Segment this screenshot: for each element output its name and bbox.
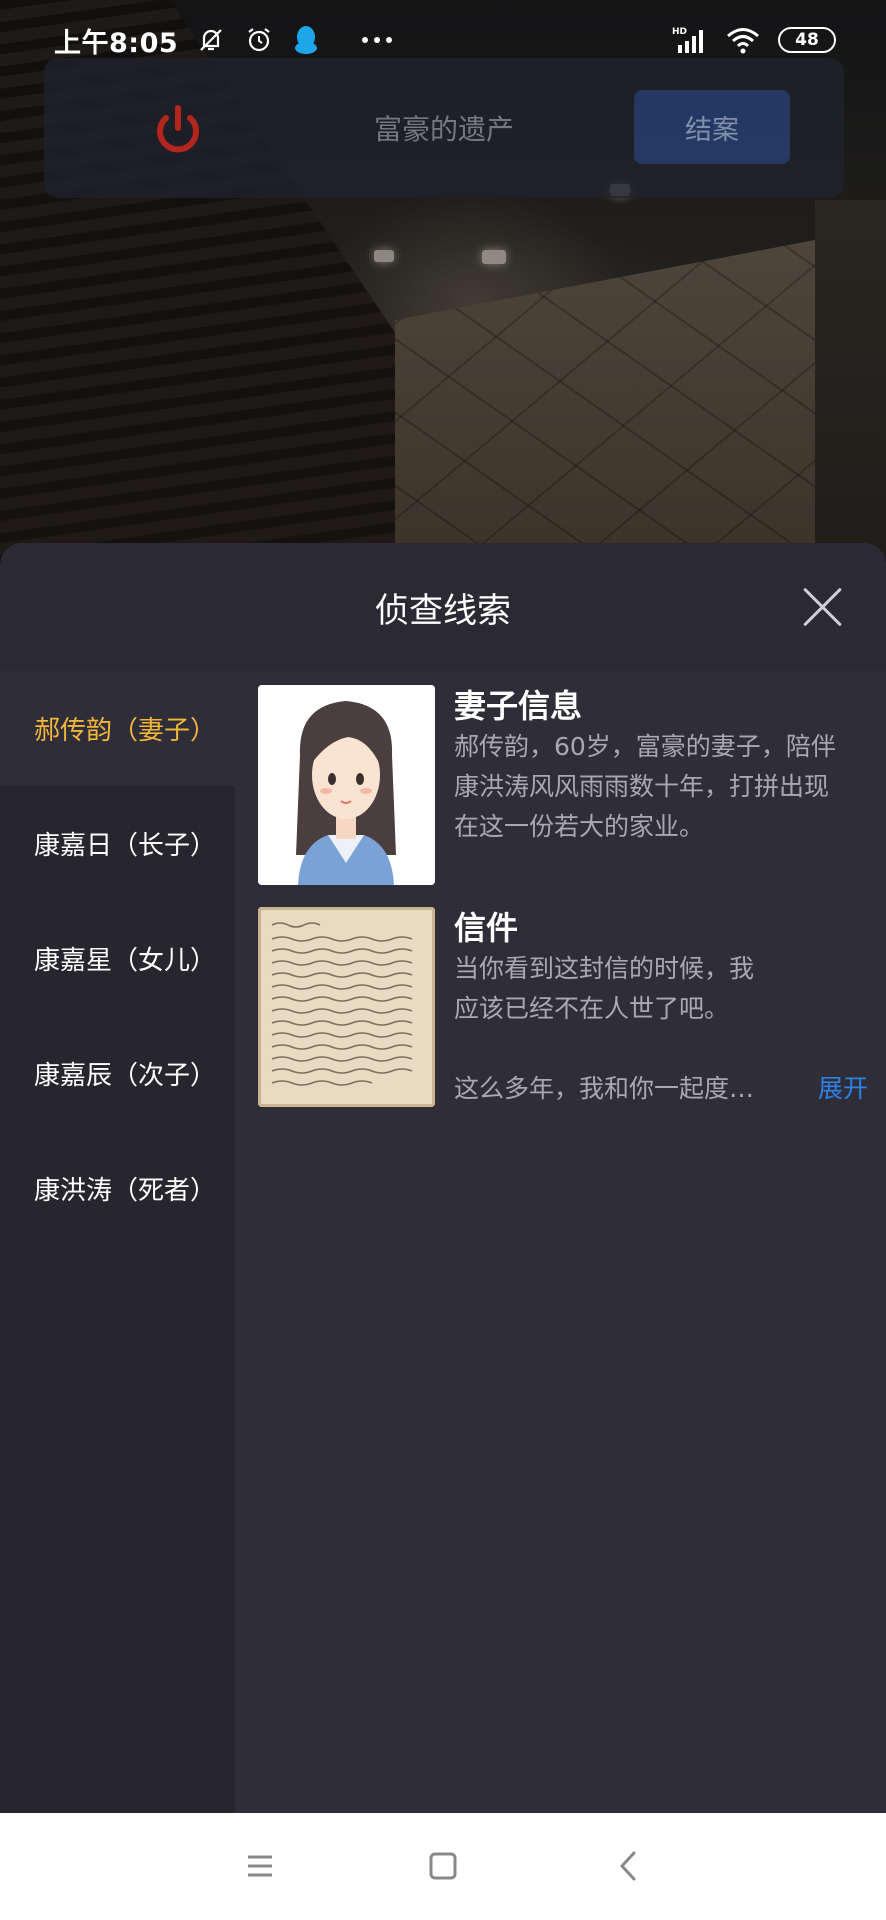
clue-description: 郝传韵，60岁，富豪的妻子，陪伴 康洪涛风风雨雨数十年，打拼出现 在这一份若大的…: [454, 727, 868, 847]
bell-off-icon: [196, 25, 226, 55]
sidebar-item-wife[interactable]: 郝传韵（妻子）: [0, 671, 235, 786]
alarm-icon: [244, 25, 274, 55]
expand-link[interactable]: 展开: [818, 1069, 868, 1109]
clue-line: 应该已经不在人世了吧。: [454, 994, 730, 1023]
clue-list: 妻子信息 郝传韵，60岁，富豪的妻子，陪伴 康洪涛风风雨雨数十年，打拼出现 在这…: [235, 671, 886, 1813]
clue-title: 信件: [454, 909, 519, 947]
clue-line: 康洪涛风风雨雨数十年，打拼出现: [454, 772, 830, 801]
clue-description: 当你看到这封信的时候，我 应该已经不在人世了吧。 这么多年，我和你一起度… 展开: [454, 949, 868, 1109]
status-bar: 上午8:05 HD 48: [0, 0, 886, 80]
clue-line: 当你看到这封信的时候，我: [454, 954, 755, 983]
battery-indicator: 48: [778, 27, 836, 53]
clue-line: 郝传韵，60岁，富豪的妻子，陪伴: [454, 732, 836, 761]
panel-body: 郝传韵（妻子） 康嘉日（长子） 康嘉星（女儿） 康嘉辰（次子） 康洪涛（死者）: [0, 671, 886, 1813]
handwritten-letter-image: [258, 907, 435, 1107]
qq-penguin-icon: [292, 24, 320, 56]
menu-icon[interactable]: [236, 1843, 282, 1889]
sidebar-item-second-son[interactable]: 康嘉辰（次子）: [0, 1016, 235, 1131]
clue-text: 妻子信息 郝传韵，60岁，富豪的妻子，陪伴 康洪涛风风雨雨数十年，打拼出现 在这…: [435, 685, 868, 885]
panel-header: 侦查线索: [0, 543, 886, 671]
home-icon[interactable]: [420, 1843, 466, 1889]
sidebar-item-deceased[interactable]: 康洪涛（死者）: [0, 1131, 235, 1246]
sidebar-item-daughter[interactable]: 康嘉星（女儿）: [0, 901, 235, 1016]
clue-card[interactable]: 信件 当你看到这封信的时候，我 应该已经不在人世了吧。 这么多年，我和你一起度……: [258, 907, 868, 1107]
system-nav-bar: [0, 1813, 886, 1920]
clue-line: 这么多年，我和你一起度…: [454, 1074, 755, 1103]
sidebar-item-eldest-son[interactable]: 康嘉日（长子）: [0, 786, 235, 901]
svg-text:HD: HD: [672, 27, 687, 37]
close-icon[interactable]: [802, 587, 842, 627]
clue-panel: 侦查线索 郝传韵（妻子） 康嘉日（长子） 康嘉星（女儿） 康嘉辰（次子） 康洪涛…: [0, 543, 886, 1813]
back-icon[interactable]: [606, 1843, 652, 1889]
wifi-icon: [726, 26, 760, 54]
woman-portrait-image: [258, 685, 435, 885]
clue-line: 在这一份若大的家业。: [454, 812, 705, 841]
close-case-button[interactable]: 结案: [634, 90, 790, 164]
panel-title: 侦查线索: [375, 590, 511, 631]
clue-text: 信件 当你看到这封信的时候，我 应该已经不在人世了吧。 这么多年，我和你一起度……: [435, 907, 868, 1107]
hd-signal-icon: HD: [672, 25, 708, 55]
clue-title: 妻子信息: [454, 687, 583, 725]
status-time: 上午8:05: [54, 27, 179, 59]
suspect-sidebar: 郝传韵（妻子） 康嘉日（长子） 康嘉星（女儿） 康嘉辰（次子） 康洪涛（死者）: [0, 671, 235, 1813]
more-dots-icon: [360, 35, 394, 45]
clue-card[interactable]: 妻子信息 郝传韵，60岁，富豪的妻子，陪伴 康洪涛风风雨雨数十年，打拼出现 在这…: [258, 685, 868, 885]
expand-row: 这么多年，我和你一起度… 展开: [454, 1069, 868, 1109]
